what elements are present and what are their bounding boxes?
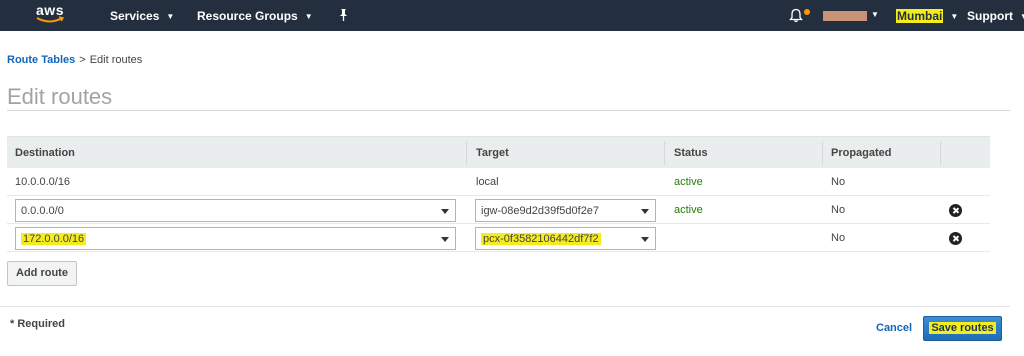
propagated-cell: No xyxy=(831,232,846,244)
table-row: 172.0.0.0/16 pcx-0f3582106442df7f2 No xyxy=(7,224,990,252)
status-cell: active xyxy=(674,204,703,216)
destination-cell: 10.0.0.0/16 xyxy=(15,176,71,188)
cancel-button[interactable]: Cancel xyxy=(876,322,912,334)
resource-groups-menu[interactable]: Resource Groups ▼ xyxy=(197,9,313,23)
account-name-redacted[interactable] xyxy=(823,11,867,21)
aws-smile-icon xyxy=(36,16,65,23)
bell-icon[interactable] xyxy=(789,8,803,23)
region-label: Mumbai xyxy=(896,9,944,23)
destination-select[interactable]: 172.0.0.0/16 xyxy=(15,227,456,250)
target-value: pcx-0f3582106442df7f2 xyxy=(481,233,601,245)
destination-value: 0.0.0.0/0 xyxy=(21,205,64,217)
status-cell: active xyxy=(674,176,703,188)
dropdown-arrow-icon xyxy=(641,237,649,242)
column-divider xyxy=(822,141,823,165)
dropdown-arrow-icon xyxy=(441,209,449,214)
dropdown-arrow-icon xyxy=(441,237,449,242)
target-select[interactable]: igw-08e9d2d39f5d0f2e7 xyxy=(475,199,656,222)
table-header: Destination Target Status Propagated xyxy=(7,136,990,168)
propagated-cell: No xyxy=(831,176,846,188)
table-row: 10.0.0.0/16 local active No xyxy=(7,168,990,196)
chevron-down-icon: ▼ xyxy=(871,10,879,19)
breadcrumb-route-tables-link[interactable]: Route Tables xyxy=(7,54,75,66)
breadcrumb-current: Edit routes xyxy=(89,54,143,66)
footer-divider xyxy=(0,306,1010,307)
header-destination: Destination xyxy=(15,147,75,159)
resource-groups-label: Resource Groups xyxy=(197,9,298,23)
target-select[interactable]: pcx-0f3582106442df7f2 xyxy=(475,227,656,250)
pin-icon[interactable] xyxy=(337,8,349,22)
breadcrumb: Route Tables > Edit routes xyxy=(7,54,142,66)
chevron-down-icon: ▼ xyxy=(1020,12,1024,21)
add-route-button[interactable]: Add route xyxy=(7,261,77,286)
header-status: Status xyxy=(674,147,708,159)
header-target: Target xyxy=(476,147,509,159)
dropdown-arrow-icon xyxy=(641,209,649,214)
chevron-down-icon: ▼ xyxy=(166,12,175,21)
page-title: Edit routes xyxy=(7,84,113,109)
propagated-cell: No xyxy=(831,204,846,216)
support-label: Support xyxy=(967,9,1013,23)
notification-dot xyxy=(804,9,810,15)
header-propagated: Propagated xyxy=(831,147,892,159)
top-nav-bar: aws Services ▼ Resource Groups ▼ ▼ Mumbai ▼… xyxy=(0,0,1024,31)
save-routes-label: Save routes xyxy=(929,322,996,334)
routes-table: Destination Target Status Propagated 10.… xyxy=(7,136,990,252)
region-menu[interactable]: Mumbai ▼ xyxy=(896,9,958,23)
services-label: Services xyxy=(110,9,160,23)
remove-route-icon[interactable] xyxy=(949,204,962,217)
aws-logo[interactable]: aws xyxy=(33,2,67,28)
table-row: 0.0.0.0/0 igw-08e9d2d39f5d0f2e7 active N… xyxy=(7,196,990,224)
target-cell: local xyxy=(476,176,499,188)
services-menu[interactable]: Services ▼ xyxy=(110,9,174,23)
column-divider xyxy=(466,141,467,165)
title-divider xyxy=(7,110,1010,111)
save-routes-button[interactable]: Save routes xyxy=(923,316,1002,341)
column-divider xyxy=(664,141,665,165)
required-note: * Required xyxy=(10,318,66,330)
breadcrumb-separator: > xyxy=(79,54,86,66)
support-menu[interactable]: Support ▼ xyxy=(967,9,1024,23)
destination-value: 172.0.0.0/16 xyxy=(21,233,87,245)
chevron-down-icon: ▼ xyxy=(950,12,959,21)
target-value: igw-08e9d2d39f5d0f2e7 xyxy=(481,205,600,217)
destination-select[interactable]: 0.0.0.0/0 xyxy=(15,199,456,222)
chevron-down-icon: ▼ xyxy=(304,12,313,21)
column-divider xyxy=(940,141,941,165)
remove-route-icon[interactable] xyxy=(949,232,962,245)
